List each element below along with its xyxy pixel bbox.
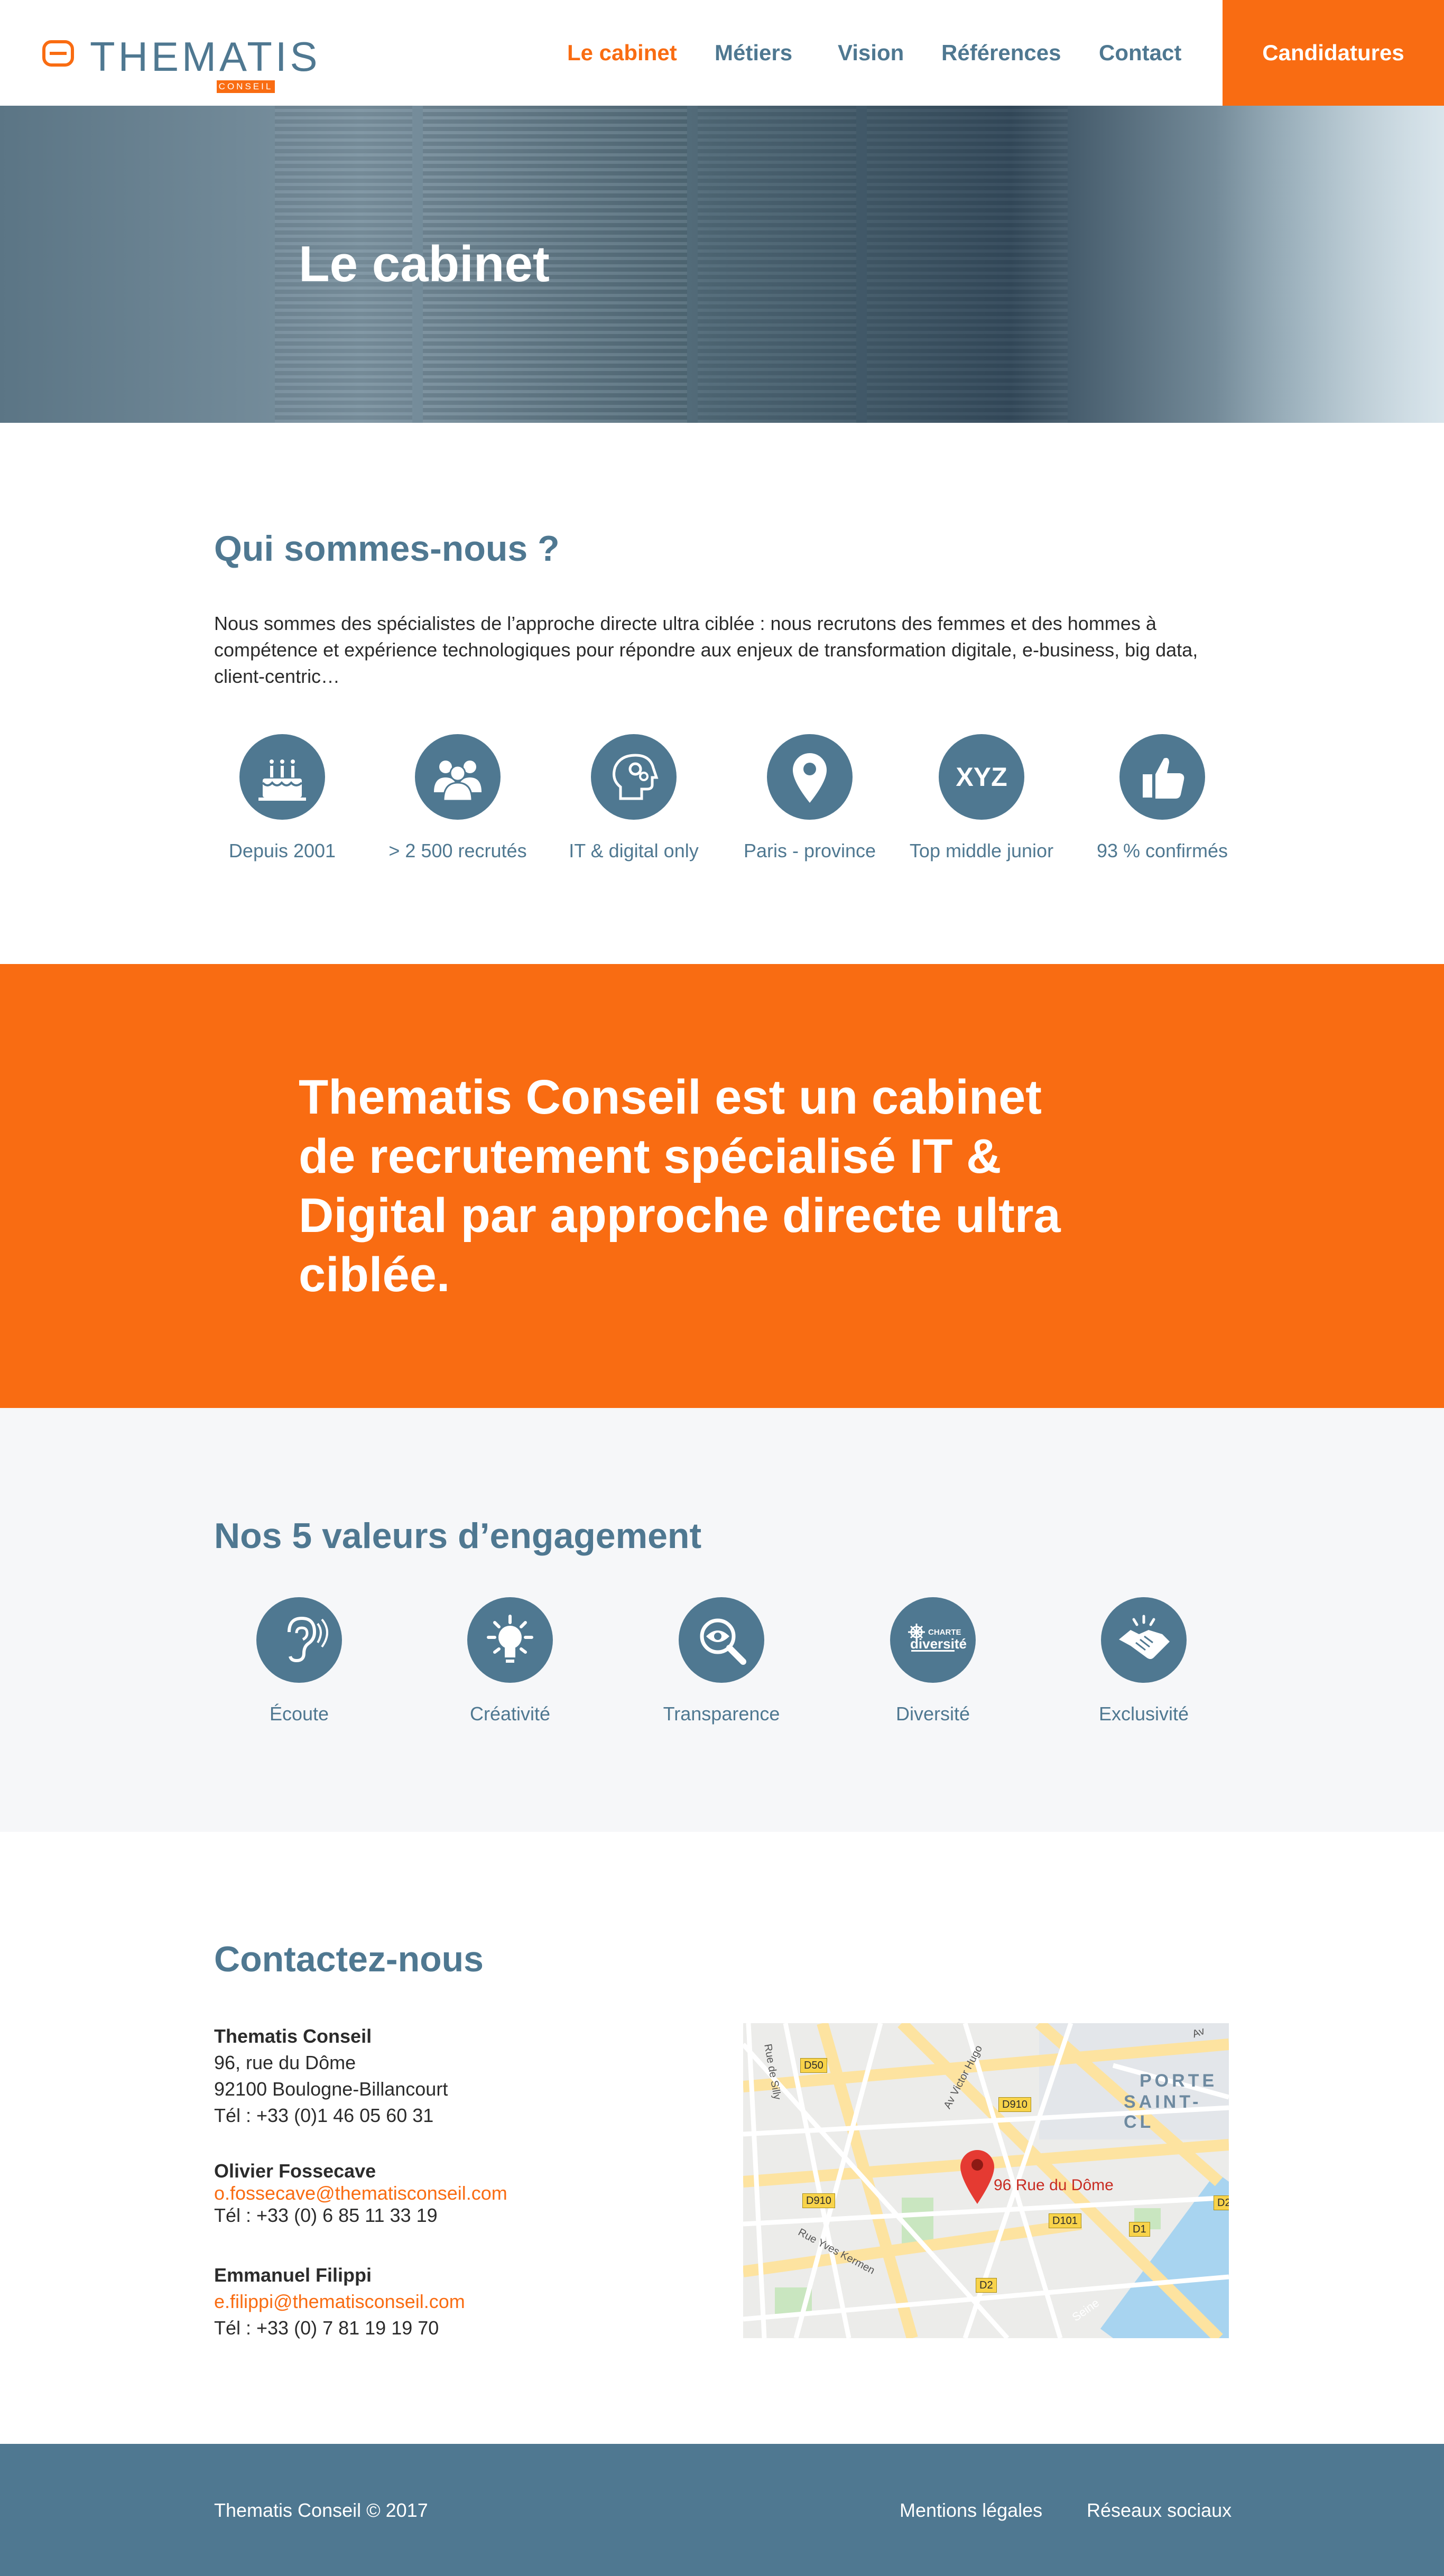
- stat-it-digital: IT & digital only: [539, 734, 729, 864]
- value-label: Diversité: [895, 1703, 970, 1725]
- thumbs-up-icon: [1119, 734, 1205, 820]
- page-title: Le cabinet: [299, 236, 550, 292]
- value-creativite: Créativité: [431, 1597, 589, 1727]
- person-phone[interactable]: Tél : +33 (0) 7 81 19 19 70: [214, 2315, 465, 2341]
- road-label-d2: D2: [976, 2278, 997, 2293]
- about-text: Nous sommes des spécialistes de l’approc…: [214, 613, 1198, 687]
- xyz-icon: XYZ: [939, 734, 1024, 820]
- stat-label: > 2 500 recrutés: [388, 840, 527, 861]
- cake-icon: [239, 734, 325, 820]
- map-pin-label: 96 Rue du Dôme: [994, 2176, 1114, 2194]
- road-label-d2: D2: [1214, 2195, 1229, 2210]
- statement-text: Thematis Conseil est un cabinet de recru…: [299, 1070, 1061, 1302]
- logo-wordmark: THEMATIS: [90, 33, 321, 80]
- person-name: Olivier Fossecave: [214, 2160, 376, 2182]
- diversity-badge-line2: diversité: [910, 1636, 967, 1652]
- stat-label: Depuis 2001: [228, 840, 336, 861]
- xyz-icon-text: XYZ: [956, 762, 1007, 792]
- stat-label: 93 % confirmés: [1096, 840, 1228, 861]
- person-email-link[interactable]: o.fossecave@thematisconseil.com: [214, 2182, 507, 2204]
- company-phone[interactable]: Tél : +33 (0)1 46 05 60 31: [214, 2102, 448, 2129]
- people-icon: [415, 734, 501, 820]
- road-label-d910: D910: [802, 2193, 835, 2208]
- eye-magnifier-icon: [679, 1597, 764, 1683]
- nav-le-cabinet[interactable]: Le cabinet: [567, 37, 677, 69]
- stat-confirmes: 93 % confirmés: [1067, 734, 1257, 864]
- road-label-d1: D1: [1129, 2222, 1150, 2237]
- candidatures-button[interactable]: Candidatures: [1223, 0, 1444, 106]
- person-email-link[interactable]: e.filippi@thematisconseil.com: [214, 2288, 465, 2315]
- site-header: THEMATIS CONSEIL Le cabinet Métiers Visi…: [0, 0, 1444, 106]
- location-map[interactable]: D50 D910 D910 D101 D1 D2 D2 PORTE SAINT-…: [743, 2023, 1229, 2338]
- value-diversite: CHARTE diversité Diversité: [854, 1597, 1012, 1727]
- value-label: Créativité: [469, 1703, 551, 1725]
- handshake-icon: [1101, 1597, 1187, 1683]
- hero-server-rack: [698, 106, 856, 423]
- value-label: Exclusivité: [1098, 1703, 1189, 1725]
- stat-top-middle-junior: XYZ Top middle junior: [886, 734, 1077, 864]
- map-pin-icon: [767, 734, 853, 820]
- stat-recrutes: > 2 500 recrutés: [363, 734, 553, 864]
- lightbulb-icon: [467, 1597, 553, 1683]
- company-name: Thematis Conseil: [214, 2025, 372, 2047]
- person-name: Emmanuel Filippi: [214, 2264, 372, 2286]
- stat-label: Paris - province: [743, 840, 876, 861]
- person-phone[interactable]: Tél : +33 (0) 6 85 11 33 19: [214, 2204, 507, 2227]
- address-line1: 96, rue du Dôme: [214, 2052, 356, 2073]
- road-label-d101: D101: [1049, 2213, 1081, 2228]
- contact-person: Emmanuel Filippi e.filippi@thematisconse…: [214, 2262, 465, 2341]
- values-title: Nos 5 valeurs d’engagement: [214, 1516, 702, 1556]
- hero-banner: Le cabinet: [0, 106, 1444, 423]
- map-marker-icon[interactable]: [959, 2146, 996, 2205]
- stat-label: Top middle junior: [909, 840, 1054, 861]
- stat-depuis-2001: Depuis 2001: [187, 734, 377, 864]
- contact-person: Olivier Fossecave o.fossecave@thematisco…: [214, 2160, 507, 2227]
- contact-title: Contactez-nous: [214, 1939, 484, 1979]
- value-transparence: Transparence: [642, 1597, 801, 1727]
- footer-link-mentions-legales[interactable]: Mentions légales: [900, 2497, 1042, 2524]
- brain-gears-icon: [591, 734, 677, 820]
- value-exclusivite: Exclusivité: [1065, 1597, 1223, 1727]
- footer-copyright: Thematis Conseil © 2017: [214, 2499, 428, 2521]
- value-label: Écoute: [269, 1703, 329, 1725]
- ear-icon: [256, 1597, 342, 1683]
- value-label: Transparence: [663, 1703, 780, 1725]
- hero-light-overlay: [1216, 106, 1444, 423]
- road-label-d910: D910: [998, 2097, 1031, 2112]
- value-ecoute: Écoute: [220, 1597, 378, 1727]
- company-address: Thematis Conseil 96, rue du Dôme 92100 B…: [214, 2023, 448, 2129]
- address-line2: 92100 Boulogne-Billancourt: [214, 2078, 448, 2100]
- map-district-label: PORTE: [1140, 2071, 1218, 2091]
- nav-contact[interactable]: Contact: [1099, 37, 1181, 69]
- logo-subtitle: CONSEIL: [217, 80, 275, 93]
- about-title: Qui sommes-nous ?: [214, 529, 560, 569]
- logo-mark-icon: [42, 40, 74, 67]
- stat-label: IT & digital only: [569, 840, 699, 861]
- nav-vision[interactable]: Vision: [838, 37, 904, 69]
- hero-server-rack: [867, 106, 1068, 423]
- diversity-charter-icon: CHARTE diversité: [890, 1597, 976, 1683]
- nav-references[interactable]: Références: [941, 37, 1061, 69]
- footer-link-reseaux-sociaux[interactable]: Réseaux sociaux: [1087, 2497, 1232, 2524]
- thematis-logo[interactable]: THEMATIS CONSEIL: [42, 33, 318, 93]
- map-district-label: SAINT-CL: [1124, 2092, 1202, 2132]
- nav-metiers[interactable]: Métiers: [715, 37, 792, 69]
- stat-paris-province: Paris - province: [715, 734, 905, 864]
- road-label-d50: D50: [800, 2058, 827, 2073]
